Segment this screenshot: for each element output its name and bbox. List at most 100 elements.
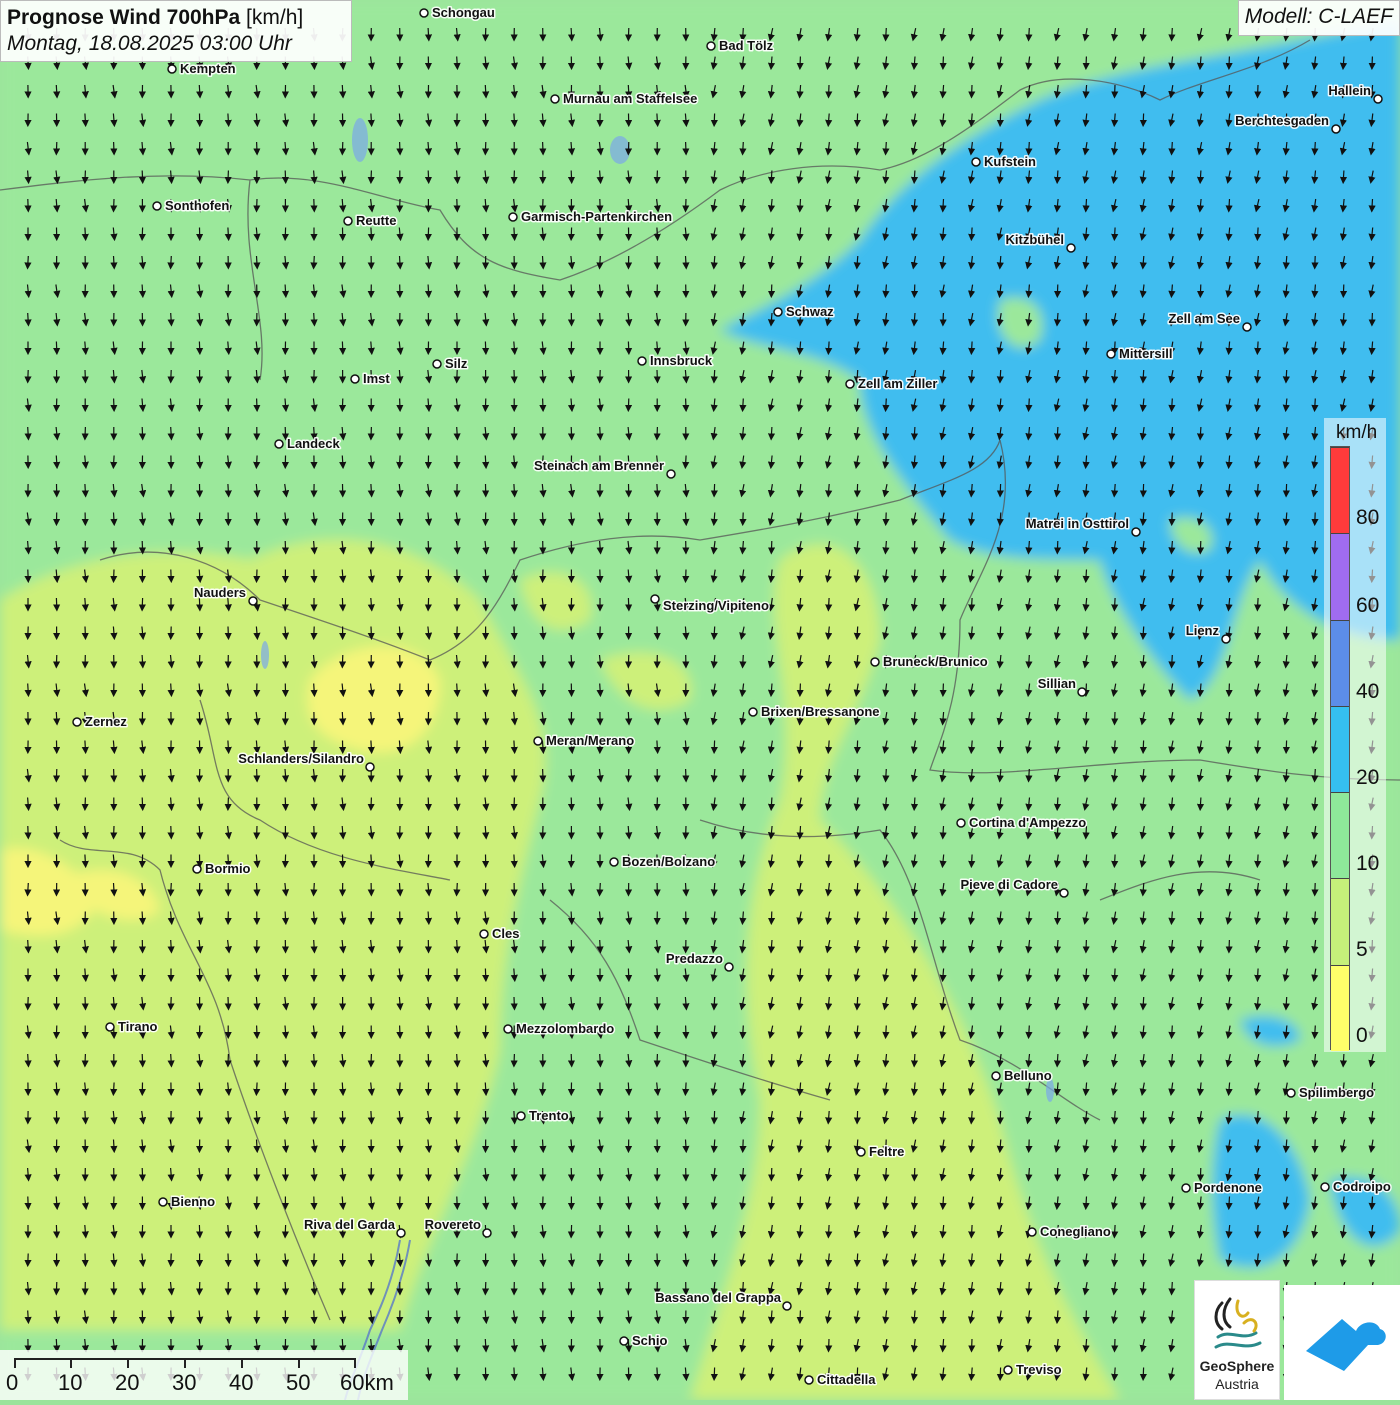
wind-arrow [1057,427,1058,437]
wind-arrow [1258,598,1259,608]
wind-arrow [256,370,257,380]
wind-arrow [514,1368,515,1378]
wind-arrow [1115,969,1116,979]
wind-arrow [686,1140,687,1150]
wind-arrow [1057,313,1058,323]
wind-arrow [314,171,315,181]
wind-arrow [1143,883,1144,893]
city-label: Reutte [356,213,396,228]
wind-arrow [1200,57,1201,67]
wind-arrow [171,541,172,551]
wind-arrow [56,85,57,95]
wind-arrow [1029,655,1030,665]
wind-arrow [228,484,229,494]
wind-arrow [1115,1225,1116,1235]
city-dot [433,360,441,368]
wind-arrow [428,1282,429,1292]
austria-text: Austria [1195,1376,1279,1392]
city-label: Hallein [1328,83,1371,98]
wind-arrow [1086,1083,1087,1093]
wind-arrow [199,1339,200,1349]
wind-arrow [400,256,401,266]
wind-arrow [1086,456,1087,466]
wind-arrow [113,997,114,1007]
geosphere-logo[interactable]: GeoSphere Austria [1194,1280,1280,1400]
wind-arrow [800,456,801,466]
wind-arrow [943,456,944,466]
wind-arrow [628,826,629,836]
wind-arrow [829,228,830,238]
wind-arrow [914,1054,915,1064]
city-dot [957,819,965,827]
wind-arrow [657,1111,658,1121]
wind-arrow [1258,855,1259,865]
wind-arrow [543,256,544,266]
wind-arrow [1315,399,1316,409]
wind-arrow [56,712,57,722]
wind-arrow [85,114,86,124]
city-dot [725,963,733,971]
wind-arrow [485,85,486,95]
scale-tick [298,1358,300,1368]
wind-arrow [342,85,343,95]
wind-arrow [828,1111,829,1121]
wind-arrow [829,969,830,979]
city-label: Garmisch-Partenkirchen [521,209,672,224]
geosphere-logo-icon [1208,1293,1268,1355]
wind-arrow [485,826,486,836]
wind-arrow [886,1026,887,1036]
wind-arrow [828,484,829,494]
city-label: Pieve di Cadore [960,877,1058,892]
city-dot [551,95,559,103]
wind-arrow [514,1111,515,1121]
wind-arrow [56,199,57,209]
city-dot [667,470,675,478]
wind-arrow [685,741,686,751]
wind-arrow [1000,997,1001,1007]
city-label: Zernez [85,714,127,729]
wind-arrow [800,85,801,95]
wind-map[interactable]: SchongauBad TölzKemptenMurnau am Staffel… [0,0,1400,1400]
wind-arrow [85,969,86,979]
city-label: Mezzolombardo [516,1021,614,1036]
wind-arrow [428,769,429,779]
wind-arrow [771,798,772,808]
wind-arrow [743,912,744,922]
wind-arrow [514,598,515,608]
city-dot [275,440,283,448]
city-dot [534,737,542,745]
wind-arrow [743,541,744,551]
wind-arrow [171,1311,172,1321]
wind-arrow [1029,912,1030,922]
wind-arrow [457,256,458,266]
wind-arrow [743,1168,744,1178]
wind-arrow [600,1054,601,1064]
wind-arrow [142,912,143,922]
wind-arrow [543,1140,544,1150]
wind-arrow [1286,997,1287,1007]
wind-arrow [1172,1026,1173,1036]
weather-app-logo[interactable] [1284,1285,1400,1400]
city-dot [1374,95,1382,103]
wind-arrow [1257,484,1258,494]
scale-tick [184,1358,186,1368]
wind-arrow [371,342,372,352]
wind-arrow [256,114,257,124]
city-label: Schwaz [786,304,834,319]
wind-arrow [800,1197,801,1207]
wind-arrow [800,826,801,836]
wind-arrow [28,427,29,437]
city-label: Landeck [287,436,341,451]
wind-arrow [1000,256,1001,266]
legend-tick-label: 0 [1356,1024,1368,1048]
wind-arrow [771,427,772,437]
wind-arrow [1343,313,1344,323]
city-label: Belluno [1004,1068,1052,1083]
city-dot [783,1302,791,1310]
city-label: Bruneck/Brunico [883,654,988,669]
wind-arrow [142,655,143,665]
wind-arrow [943,1197,944,1207]
wind-arrow [28,256,29,266]
wind-arrow [1229,1083,1230,1093]
wind-arrow [685,1368,686,1378]
